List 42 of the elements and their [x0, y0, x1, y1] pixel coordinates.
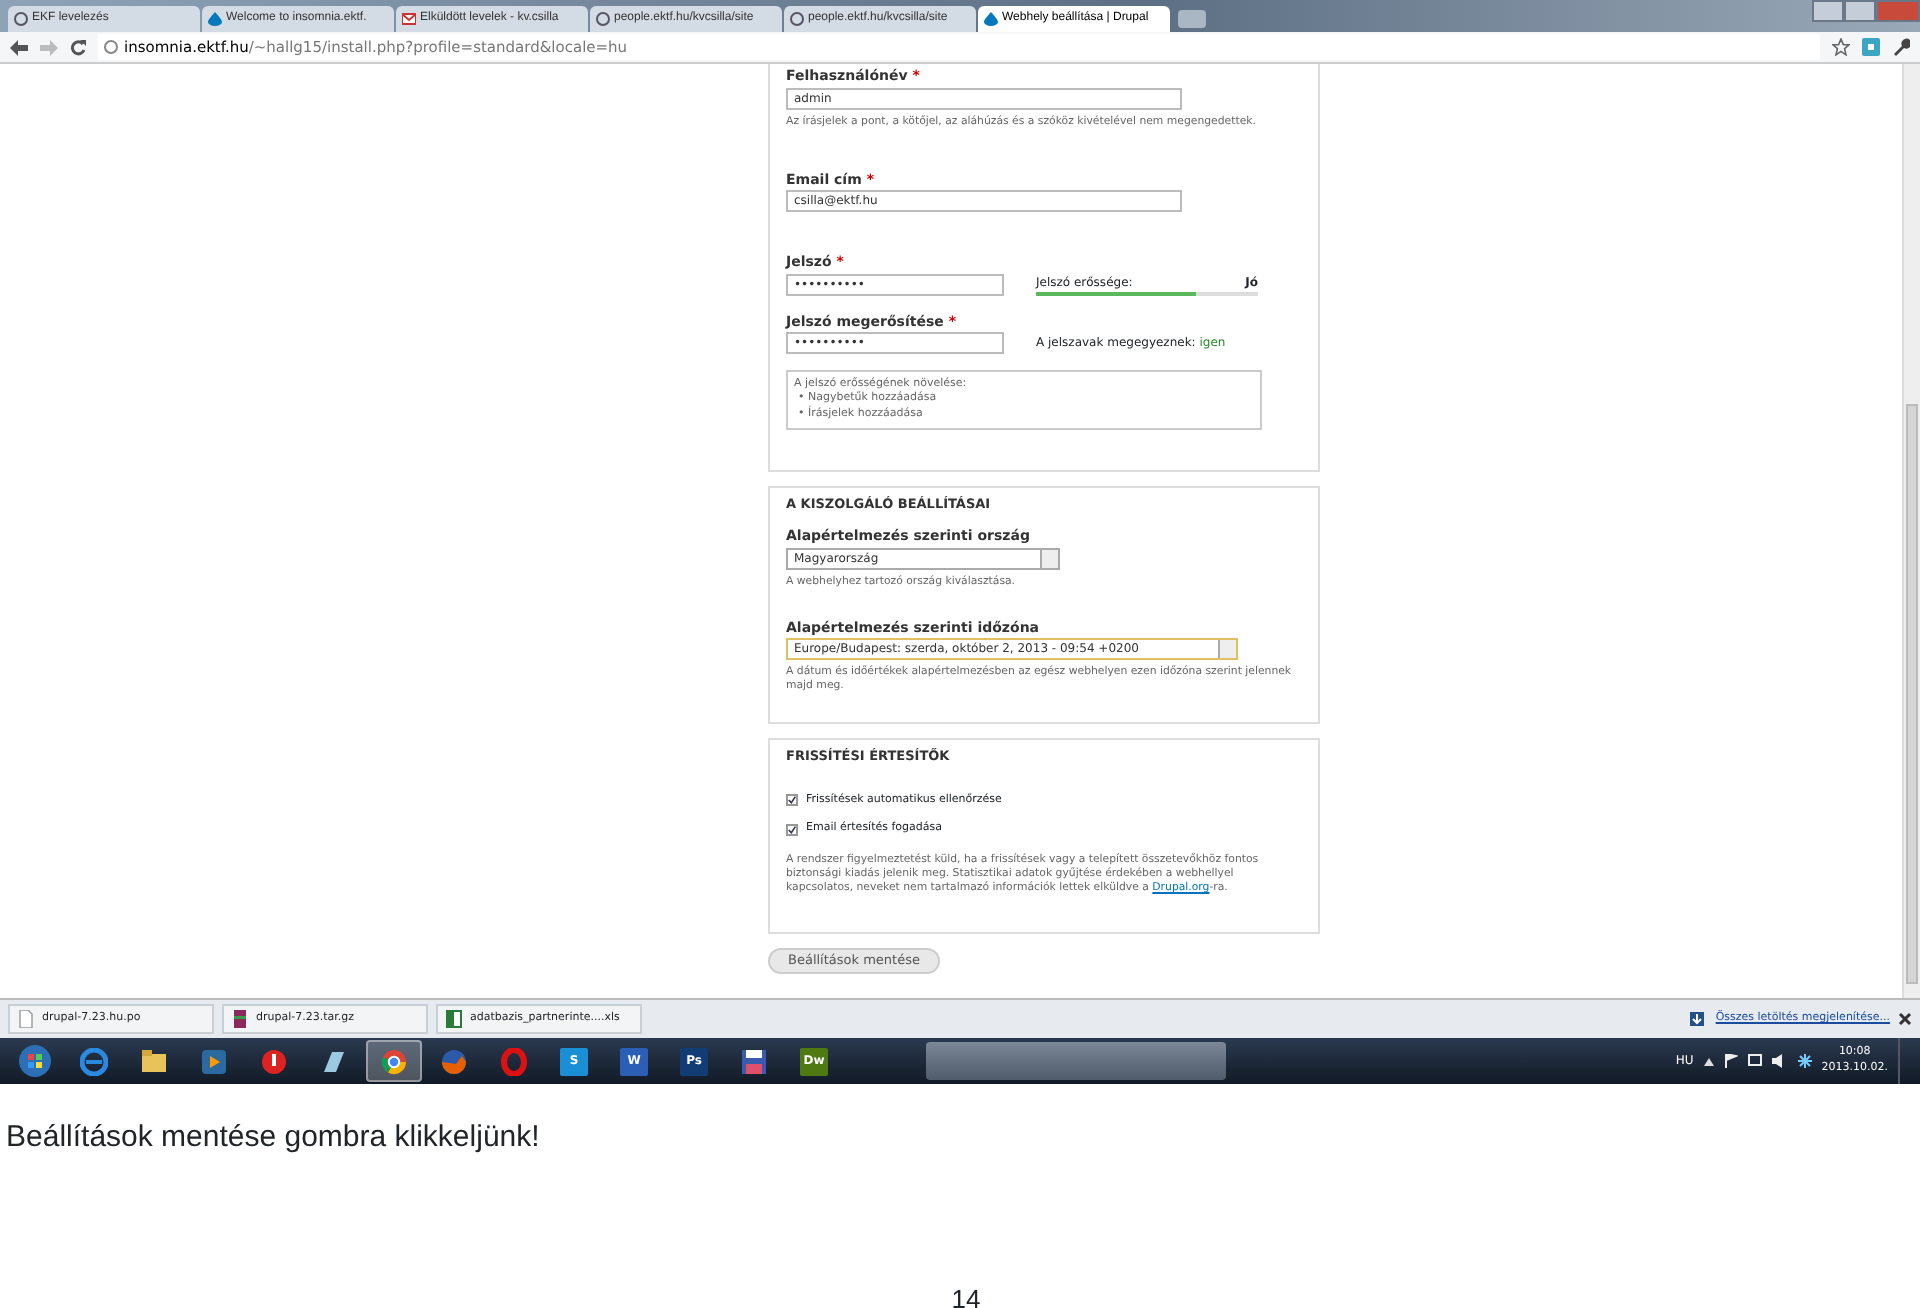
reload-icon — [70, 39, 86, 55]
snowflake-icon — [1797, 1054, 1812, 1068]
back-icon — [10, 39, 28, 55]
chrome-icon — [380, 1047, 408, 1075]
checkbox[interactable] — [786, 823, 798, 836]
opera-o-icon — [500, 1047, 528, 1075]
drop-icon — [984, 12, 998, 26]
globe-icon — [14, 12, 28, 26]
flag-icon — [1723, 1054, 1738, 1068]
star-icon — [1832, 38, 1850, 56]
taskbar-button[interactable] — [366, 1040, 422, 1082]
checkbox[interactable] — [786, 794, 798, 807]
page-icon — [104, 40, 118, 54]
file-icon — [18, 1010, 34, 1028]
download-icon — [1689, 1012, 1704, 1026]
scrollbar-thumb[interactable] — [1906, 404, 1918, 984]
extension-icon — [1862, 38, 1880, 56]
floppy-icon — [740, 1047, 768, 1075]
spreadsheet-icon — [446, 1010, 462, 1028]
forward-icon — [40, 39, 58, 55]
scrollbar[interactable] — [1902, 64, 1920, 998]
archive-icon — [232, 1010, 248, 1028]
close-icon — [1898, 1012, 1912, 1026]
network-icon — [1747, 1054, 1762, 1068]
pane-icon — [320, 1047, 348, 1075]
fox-globe-icon — [440, 1047, 468, 1075]
tray-arrow-icon — [1703, 1057, 1714, 1065]
browser-e-icon — [80, 1047, 108, 1075]
page-number: 14 — [949, 1281, 983, 1308]
wrench-icon — [1892, 38, 1910, 56]
maximize-button[interactable] — [1844, 0, 1876, 22]
folder-icon — [140, 1047, 168, 1075]
minimize-button[interactable] — [1812, 0, 1844, 22]
play-icon — [200, 1047, 228, 1075]
mail-icon — [402, 12, 416, 26]
speaker-icon — [1771, 1054, 1788, 1068]
windows-orb-icon — [17, 1044, 51, 1078]
globe-icon — [596, 12, 610, 26]
globe-icon — [790, 12, 804, 26]
caption: Beállítások mentése gombra klikkeljünk! — [6, 1118, 542, 1158]
app-icon — [260, 1047, 288, 1075]
drop-icon — [208, 12, 222, 26]
